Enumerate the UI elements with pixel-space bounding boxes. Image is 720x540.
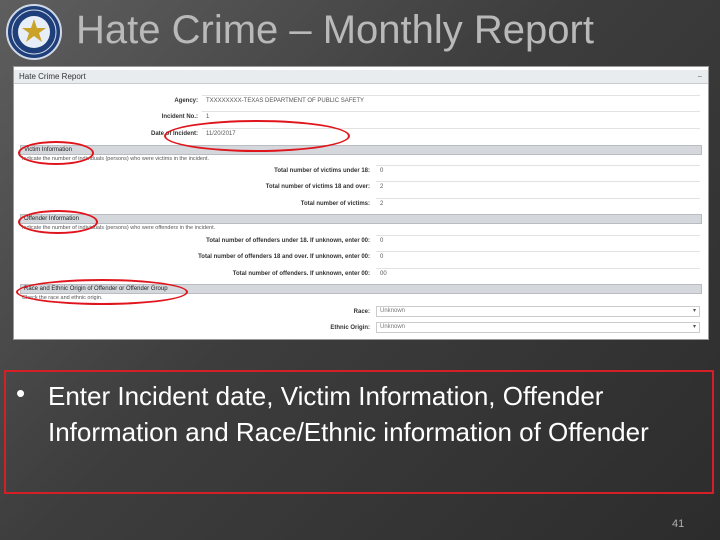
incident-no-label: Incident No.: (161, 114, 198, 120)
victims-total-input[interactable] (376, 198, 700, 210)
race-select-value: Unknown (380, 308, 406, 314)
victims-under-18-input[interactable] (376, 165, 700, 177)
ethnic-origin-select[interactable]: Unknown ▾ (376, 322, 700, 333)
race-select[interactable]: Unknown ▾ (376, 306, 700, 317)
victim-information-section: Victim Information (20, 145, 702, 155)
offenders-total-label: Total number of offenders. If unknown, e… (232, 271, 370, 277)
victims-18-over-value: 2 (380, 184, 384, 190)
victims-total-label: Total number of victims: (300, 201, 370, 207)
offenders-18-over-input[interactable] (376, 251, 700, 263)
page-number: 41 (672, 518, 685, 530)
victims-18-over-label: Total number of victims 18 and over: (265, 184, 370, 190)
texas-dps-seal-icon (6, 4, 62, 60)
offender-information-section: Offender Information (20, 214, 702, 224)
victims-under-18-label: Total number of victims under 18: (274, 168, 370, 174)
date-highlight-oval (164, 120, 350, 152)
offenders-under-18-input[interactable] (376, 235, 700, 247)
dropdown-caret-icon: ▾ (692, 308, 696, 314)
instruction-text: Enter Incident date, Victim Information,… (48, 381, 649, 447)
offenders-18-over-label: Total number of offenders 18 and over. I… (198, 254, 370, 260)
form-header: Hate Crime Report − (14, 70, 708, 84)
collapse-icon[interactable]: − (697, 72, 702, 81)
offender-highlight-oval (18, 210, 98, 234)
hate-crime-form-screenshot: Hate Crime Report − Agency: TXXXXXXXX-TE… (13, 66, 709, 340)
offenders-under-18-value: 0 (380, 238, 384, 244)
slide-title: Hate Crime – Monthly Report (76, 8, 594, 52)
agency-label: Agency: (174, 98, 198, 104)
dropdown-caret-icon: ▾ (692, 324, 696, 330)
race-label: Race: (353, 309, 370, 315)
offenders-total-input[interactable] (376, 268, 700, 280)
form-header-title: Hate Crime Report (19, 72, 86, 81)
offenders-under-18-label: Total number of offenders under 18. If u… (206, 238, 370, 244)
victims-under-18-value: 0 (380, 168, 384, 174)
instruction-box: • Enter Incident date, Victim Informatio… (4, 370, 714, 494)
incident-no-value: 1 (206, 114, 210, 120)
victims-18-over-input[interactable] (376, 181, 700, 193)
victim-highlight-oval (18, 141, 94, 165)
bullet-point: • (16, 378, 26, 408)
ethnic-origin-select-value: Unknown (380, 324, 406, 330)
ethnic-origin-label: Ethnic Origin: (330, 325, 370, 331)
offenders-18-over-value: 0 (380, 254, 384, 260)
offenders-total-value: 00 (380, 271, 387, 277)
agency-value: TXXXXXXXX-TEXAS DEPARTMENT OF PUBLIC SAF… (206, 98, 365, 104)
victims-total-value: 2 (380, 201, 384, 207)
race-highlight-oval (16, 279, 188, 305)
